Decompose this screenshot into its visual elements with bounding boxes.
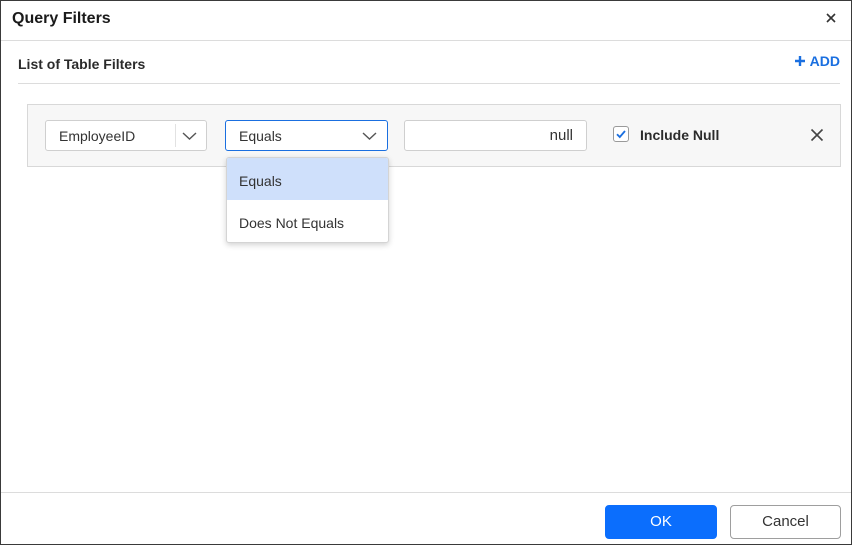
query-filters-dialog: Query Filters List of Table Filters ADD … (0, 0, 852, 545)
close-icon[interactable] (824, 11, 838, 25)
dropdown-option-label: Equals (239, 173, 282, 189)
filter-value-input[interactable]: null (404, 120, 587, 151)
add-label: ADD (809, 53, 840, 69)
plus-icon (794, 56, 805, 66)
select-divider (175, 124, 176, 147)
field-select[interactable]: EmployeeID (45, 120, 207, 151)
add-filter-button[interactable]: ADD (794, 53, 840, 69)
dialog-titlebar: Query Filters (1, 1, 851, 41)
filters-section-header: List of Table Filters ADD (18, 41, 840, 84)
dropdown-option-equals[interactable]: Equals (227, 158, 388, 200)
field-select-value: EmployeeID (59, 128, 136, 144)
include-null-checkbox[interactable] (613, 126, 629, 142)
checkmark-icon (616, 130, 626, 139)
include-null-label: Include Null (640, 127, 720, 143)
dialog-title: Query Filters (12, 10, 111, 27)
operator-dropdown-list: Equals Does Not Equals (226, 157, 389, 243)
dialog-footer: OK Cancel (1, 492, 851, 544)
ok-button[interactable]: OK (605, 505, 717, 539)
remove-filter-icon[interactable] (810, 128, 824, 142)
operator-select[interactable]: Equals (225, 120, 388, 151)
section-title: List of Table Filters (18, 56, 146, 72)
dropdown-option-label: Does Not Equals (239, 215, 345, 231)
chevron-down-icon (362, 132, 377, 140)
dropdown-option-does-not-equals[interactable]: Does Not Equals (227, 200, 388, 242)
chevron-down-icon (182, 132, 197, 140)
cancel-button[interactable]: Cancel (730, 505, 841, 539)
operator-select-value: Equals (239, 128, 282, 144)
filter-row: EmployeeID Equals null Include Null (27, 104, 841, 167)
